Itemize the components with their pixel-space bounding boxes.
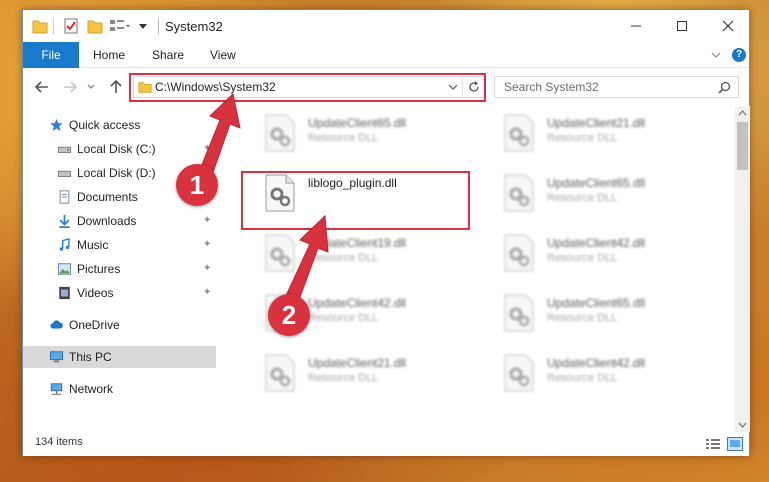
callout-badge-1: 1: [176, 164, 218, 206]
callout-badge-2: 2: [268, 294, 310, 336]
callout-arrows: [198, 93, 329, 309]
